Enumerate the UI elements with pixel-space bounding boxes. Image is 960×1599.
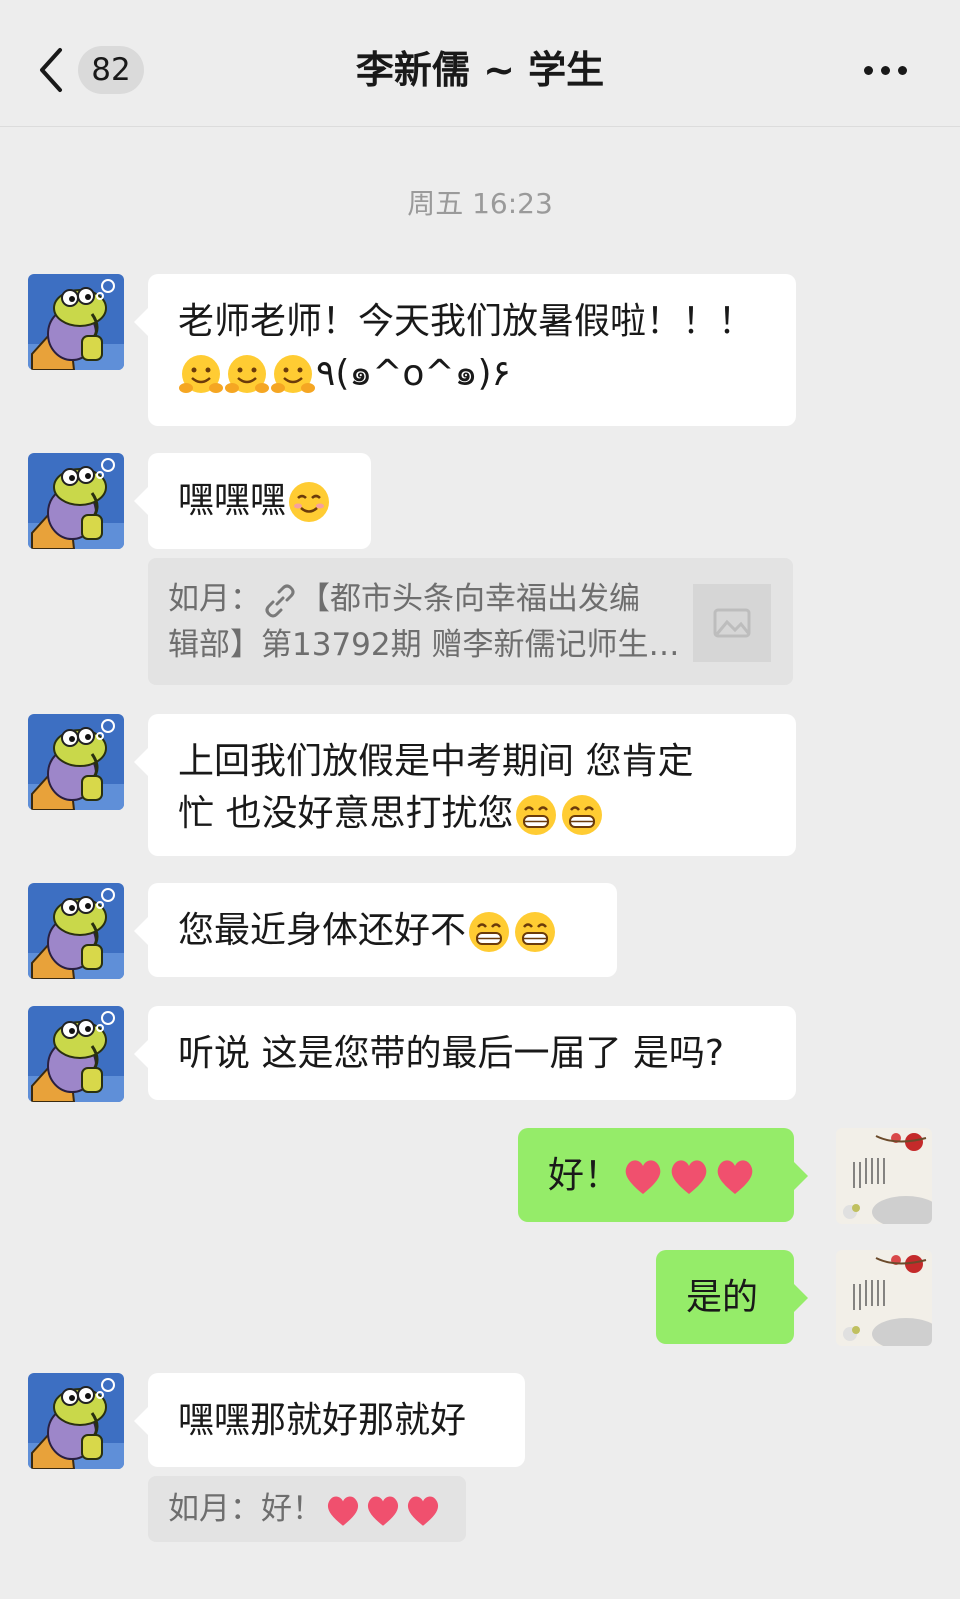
message-bubble[interactable]: 老师老师！今天我们放暑假啦！！！ ٩(๑^o^๑)۶: [134, 274, 796, 426]
contact-avatar[interactable]: [28, 274, 124, 370]
message-text: 好！: [548, 1155, 621, 1196]
message-text: 您最近身体还好不: [178, 910, 467, 951]
message-text-line2-content: 忙 也没好意思打扰您: [178, 793, 514, 834]
quote-prefix: 如月：: [168, 581, 261, 617]
quote-text: 如月：好！: [168, 1491, 323, 1527]
message-text: 嘿嘿嘿: [178, 480, 287, 521]
grinning-face-emoji: [469, 912, 510, 952]
unread-badge[interactable]: 82: [78, 46, 144, 94]
message-text: 老师老师！今天我们放暑假啦！！！: [178, 301, 755, 342]
quote-text: 如月： 【都市头条向幸福出发编 辑部】第13792期 赠李新儒记师生…: [168, 576, 680, 668]
message-text-line2: 忙 也没好意思打扰您: [178, 788, 766, 840]
smiling-face-emoji: [289, 482, 330, 522]
my-message-bubble[interactable]: 是的: [656, 1250, 808, 1344]
contact-avatar[interactable]: [28, 1006, 124, 1102]
message-bubble[interactable]: 嘿嘿那就好那就好: [134, 1373, 525, 1467]
heart-icon: [625, 1160, 661, 1194]
hugging-face-emoji: [179, 355, 223, 393]
my-avatar[interactable]: [836, 1128, 932, 1224]
message-text: 是的: [686, 1277, 759, 1318]
hugging-face-emoji: [271, 355, 315, 393]
message-text: 上回我们放假是中考期间 您肯定: [178, 741, 694, 782]
quoted-link-message[interactable]: 如月： 【都市头条向幸福出发编 辑部】第13792期 赠李新儒记师生…: [148, 558, 793, 685]
my-avatar[interactable]: [836, 1250, 932, 1346]
chevron-left-icon[interactable]: [34, 44, 74, 96]
hugging-face-emoji: [225, 355, 269, 393]
heart-icon: [407, 1496, 439, 1526]
grinning-face-emoji: [516, 795, 557, 835]
heart-icon: [327, 1496, 359, 1526]
message-text-line2: ٩(๑^o^๑)۶: [178, 348, 766, 400]
contact-avatar[interactable]: [28, 883, 124, 979]
my-message-bubble[interactable]: 好！: [518, 1128, 808, 1222]
contact-avatar[interactable]: [28, 453, 124, 549]
quote-line2: 辑部】第13792期 赠李新儒记师生…: [168, 627, 680, 663]
quote-line1: 【都市头条向幸福出发编: [299, 581, 640, 617]
link-icon: [265, 584, 295, 617]
message-bubble[interactable]: 上回我们放假是中考期间 您肯定 忙 也没好意思打扰您: [134, 714, 796, 856]
message-bubble[interactable]: 听说 这是您带的最后一届了 是吗?: [134, 1006, 796, 1100]
message-bubble[interactable]: 您最近身体还好不: [134, 883, 617, 977]
grinning-face-emoji: [515, 912, 556, 952]
timestamp: 周五 16:23: [407, 187, 553, 220]
more-dots-icon[interactable]: [864, 66, 908, 76]
contact-avatar[interactable]: [28, 714, 124, 810]
chat-header: 82 李新儒 ~ 学生: [0, 0, 960, 127]
message-text: 听说 这是您带的最后一届了 是吗?: [178, 1033, 724, 1074]
kaomoji-text: ٩(๑^o^๑)۶: [316, 353, 511, 394]
contact-avatar[interactable]: [28, 1373, 124, 1469]
grinning-face-emoji: [562, 795, 603, 835]
message-text: 嘿嘿那就好那就好: [178, 1400, 467, 1441]
image-placeholder-icon: [693, 584, 771, 662]
chat-title[interactable]: 李新儒 ~ 学生: [200, 40, 760, 100]
message-bubble[interactable]: 嘿嘿嘿: [134, 453, 371, 549]
heart-icon: [367, 1496, 399, 1526]
heart-icon: [671, 1160, 707, 1194]
quoted-message[interactable]: 如月：好！: [148, 1476, 466, 1542]
heart-icon: [717, 1160, 753, 1194]
